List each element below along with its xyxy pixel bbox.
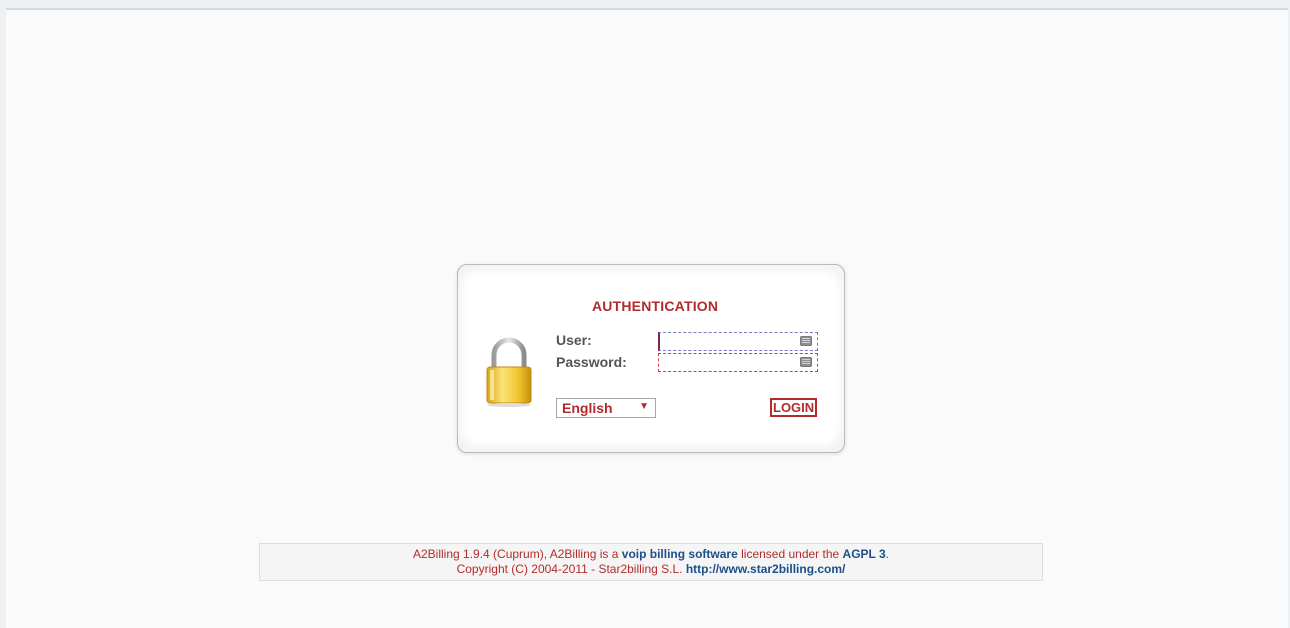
star2billing-website-link[interactable]: http://www.star2billing.com/ <box>686 562 846 576</box>
language-selected-value: English <box>562 400 613 416</box>
chevron-down-icon: ▼ <box>639 401 649 412</box>
footer-license-text: licensed under the <box>737 547 843 561</box>
agpl-license-link[interactable]: AGPL 3 <box>843 547 886 561</box>
footer-version-text: A2Billing 1.9.4 (Cuprum), A2Billing is a <box>413 547 622 561</box>
footer-copyright-text: Copyright (C) 2004-2011 - Star2billing S… <box>456 562 686 576</box>
login-button[interactable]: LOGIN <box>770 398 818 417</box>
footer-period: . <box>885 547 889 561</box>
virtual-keyboard-icon[interactable] <box>800 336 812 346</box>
language-select[interactable]: English ▼ <box>556 398 656 418</box>
padlock-icon <box>486 337 532 407</box>
user-input[interactable] <box>658 332 818 351</box>
voip-billing-software-link[interactable]: voip billing software <box>622 547 738 561</box>
footer-line-1: A2Billing 1.9.4 (Cuprum), A2Billing is a… <box>260 547 1042 562</box>
password-label: Password: <box>556 354 627 370</box>
user-label: User: <box>556 332 592 348</box>
login-panel: AUTHENTICATION User: Password: English ▼… <box>457 264 845 453</box>
password-input[interactable] <box>658 353 818 372</box>
footer-line-2: Copyright (C) 2004-2011 - Star2billing S… <box>260 562 1042 577</box>
authentication-title: AUTHENTICATION <box>592 298 719 314</box>
footer: A2Billing 1.9.4 (Cuprum), A2Billing is a… <box>259 543 1043 581</box>
virtual-keyboard-icon[interactable] <box>800 357 812 367</box>
page-viewport: AUTHENTICATION User: Password: English ▼… <box>6 8 1288 628</box>
